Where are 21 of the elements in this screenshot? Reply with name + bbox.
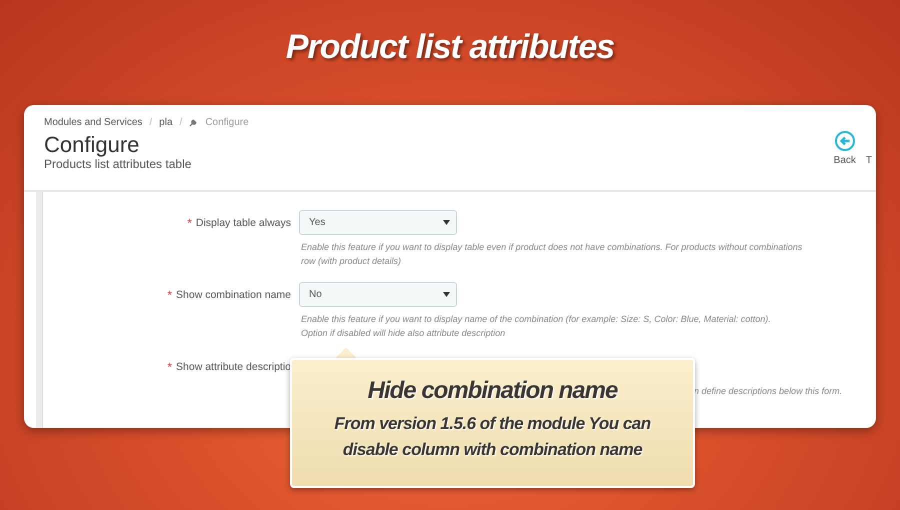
back-button[interactable]: Back — [834, 131, 856, 190]
dropdown-caret-icon — [443, 220, 450, 225]
page-subtitle: Products list attributes table — [44, 157, 192, 171]
breadcrumb-link[interactable]: Modules and Services — [44, 117, 142, 128]
help-text: Enable this feature if you want to display table even if product does not have combinations. For products without combinations row (with product details) — [301, 241, 804, 268]
field-label: * Show combination name — [167, 287, 291, 304]
select-field[interactable]: No — [299, 282, 457, 307]
select-field[interactable]: Yes — [299, 210, 457, 235]
dropdown-caret-icon — [443, 292, 450, 297]
banner-title: Product list attributes — [286, 28, 614, 68]
tooltip-title: Hide combination name — [368, 377, 618, 405]
help-text: Enable this feature if you want to display name of the combination (for example: Size: S, Color: Blue, Material: cotton). Option if disabled will hide also attribute description — [301, 313, 772, 340]
toolbar-button[interactable]: T — [866, 131, 872, 190]
breadcrumb-separator: / — [149, 117, 152, 128]
field-label: * Show attribute descriptio — [167, 359, 291, 376]
breadcrumb-link[interactable]: pla — [159, 117, 173, 128]
field-label: * Display table always — [187, 215, 291, 232]
page-title: Configure — [44, 133, 140, 157]
wrench-icon — [189, 118, 198, 127]
tooltip-text: From version 1.5.6 of the module You can disable column with combination name — [334, 413, 651, 461]
breadcrumb-separator: / — [180, 117, 182, 128]
